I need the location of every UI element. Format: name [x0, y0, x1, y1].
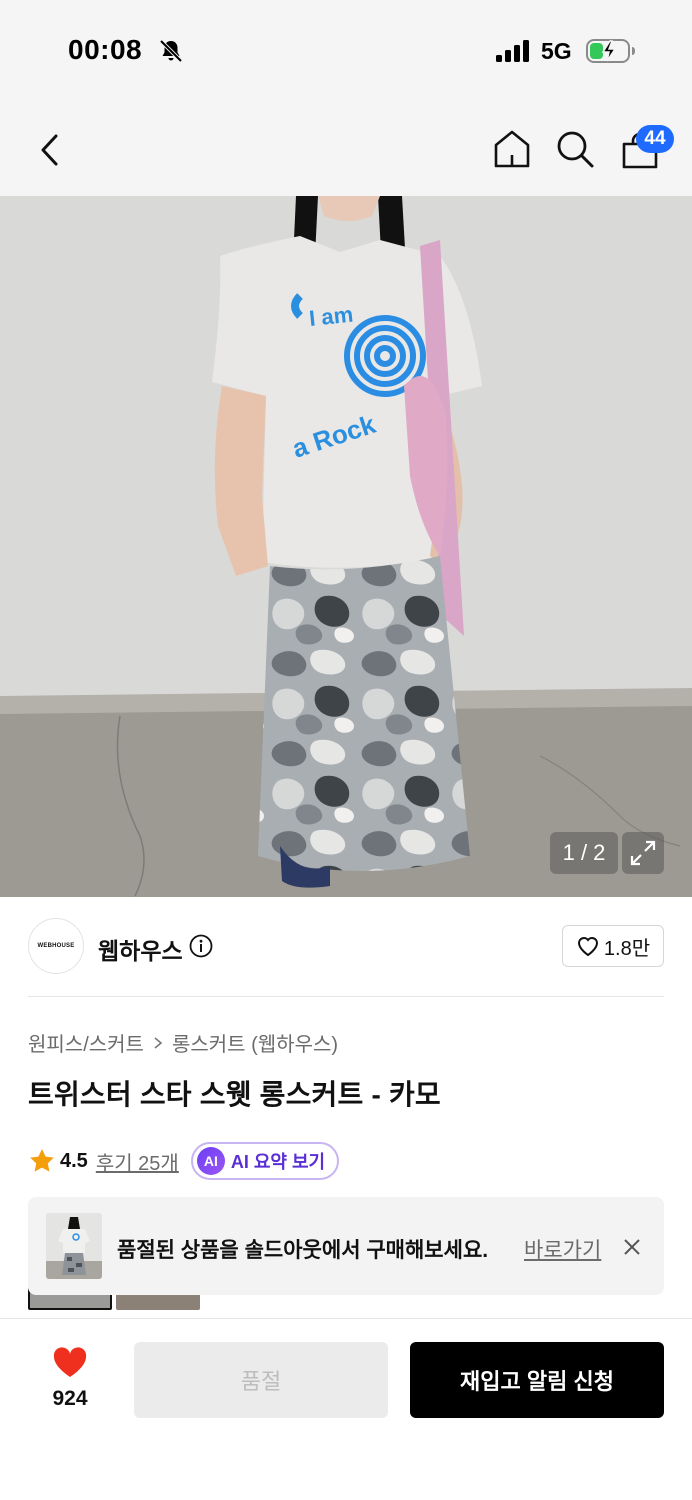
brand-name[interactable]: 웹하우스 [98, 932, 183, 966]
signal-icon [496, 40, 529, 62]
banner-shortcut-link[interactable]: 바로가기 [524, 1234, 601, 1264]
info-icon[interactable] [189, 934, 213, 958]
battery-charging-icon [586, 39, 635, 63]
ai-badge-icon: AI [196, 1147, 225, 1175]
search-icon[interactable] [555, 129, 595, 169]
wish-count: 924 [52, 1387, 88, 1410]
breadcrumb: 원피스/스커트 롱스커트 (웹하우스) [28, 1028, 338, 1057]
product-image[interactable]: I am a Rock [0, 196, 692, 897]
chevron-right-icon [154, 1036, 163, 1049]
heart-outline-icon [577, 937, 598, 957]
banner-product-thumbnail [46, 1213, 102, 1279]
home-icon[interactable] [493, 129, 531, 169]
ai-summary-label: AI 요약 보기 [230, 1152, 326, 1172]
status-time: 00:08 [68, 34, 143, 65]
breadcrumb-category[interactable]: 원피스/스커트 [28, 1028, 144, 1057]
banner-text: 품절된 상품을 솔드아웃에서 구매해보세요. [117, 1239, 489, 1262]
back-icon[interactable] [34, 130, 66, 170]
bell-slash-icon [159, 39, 183, 63]
brand-like-button[interactable]: 1.8만 [562, 925, 664, 967]
expand-icon [630, 840, 656, 866]
review-link[interactable]: 후기 25개 [96, 1147, 179, 1176]
brand-like-count: 1.8만 [603, 937, 651, 960]
ai-summary-button[interactable]: AI AI 요약 보기 [190, 1142, 340, 1180]
heart-filled-icon[interactable] [52, 1347, 88, 1379]
star-icon [30, 1149, 54, 1172]
image-counter: 1 / 2 [550, 832, 618, 874]
bottom-bar-divider [0, 1318, 692, 1319]
breadcrumb-subcategory[interactable]: 롱스커트 (웹하우스) [172, 1028, 338, 1057]
product-title: 트위스터 스타 스웻 롱스커트 - 카모 [28, 1079, 441, 1110]
cart-count-badge: 44 [636, 125, 674, 153]
soldout-button[interactable]: 품절 [134, 1342, 388, 1418]
rating-row: 4.5 후기 25개 AI AI 요약 보기 [28, 1142, 340, 1180]
divider [28, 996, 664, 997]
rating-value: 4.5 [60, 1149, 88, 1172]
network-type: 5G [541, 38, 572, 64]
brand-logo[interactable]: WEBHOUSE [28, 918, 84, 974]
close-icon[interactable] [622, 1237, 642, 1257]
expand-button[interactable] [622, 832, 664, 874]
restock-alert-button[interactable]: 재입고 알림 신청 [410, 1342, 664, 1418]
svg-text:I am: I am [308, 302, 354, 331]
